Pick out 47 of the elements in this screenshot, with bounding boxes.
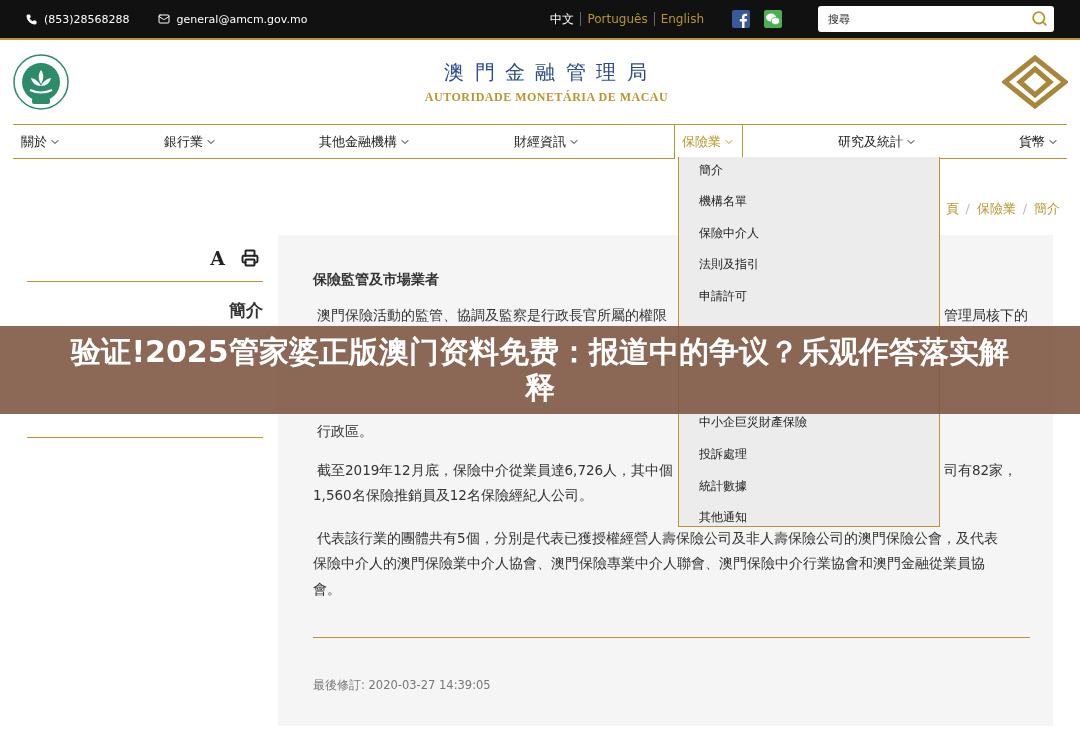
nav-item[interactable]: 研究及統計	[829, 125, 925, 158]
paragraph-text: 會。	[313, 580, 341, 599]
article-title: 保險監管及市場業者	[313, 271, 440, 289]
print-icon[interactable]	[241, 249, 259, 267]
paragraph-text: 截至2019年12月底，保險中介從業員達6,726人，其中個	[317, 461, 674, 480]
last-modified-text: 最後修訂: 2020-03-27 14:39:05	[313, 677, 492, 693]
mail-icon	[157, 13, 170, 25]
language-link[interactable]: Português	[580, 12, 654, 26]
menu-item[interactable]: 申請許可	[699, 288, 747, 305]
nav-item[interactable]: 關於	[13, 125, 69, 158]
paragraph-text: 管理局核下的	[943, 306, 1029, 325]
search-icon[interactable]	[1031, 10, 1048, 27]
banner-headline: 验证!2025管家婆正版澳门资料免费：报道中的争议？乐观作答落实解释	[69, 334, 1010, 406]
phone-number: (853)28568288	[26, 12, 130, 26]
breadcrumb-separator: /	[1022, 201, 1027, 218]
phone-icon	[26, 13, 37, 25]
authority-title: 澳 門 金 融 管 理 局	[444, 59, 649, 86]
paragraph-text: 澳門保險活動的監管、協調及監察是行政長官所屬的權限	[317, 306, 667, 325]
nav-item[interactable]: 銀行業	[155, 125, 225, 158]
font-size-control[interactable]: A	[210, 247, 225, 269]
paragraph-text: 1,560名保險推銷員及12名保險經紀人公司。	[313, 487, 593, 506]
authority-subtitle: AUTORIDADE MONETÁRIA DE MACAU	[424, 90, 669, 105]
menu-item[interactable]: 統計數據	[699, 478, 747, 495]
menu-item[interactable]: 投訴處理	[699, 446, 747, 463]
paragraph-text: 行政區。	[316, 423, 373, 442]
menu-item[interactable]: 機構名單	[699, 193, 747, 210]
nav-item[interactable]: 其他金融機構	[311, 125, 419, 158]
nav-item[interactable]: 貨幣	[1011, 125, 1067, 158]
breadcrumb-separator: /	[965, 201, 970, 218]
email-link[interactable]: general@amcm.gov.mo	[157, 12, 308, 26]
paragraph-text: 保險中介人的澳門保險業中介人協會、澳門保險專業中介人聯會、澳門保險中介行業協會和澳門金融從業員協	[313, 555, 985, 574]
chat-bubbles-icon[interactable]	[764, 10, 782, 28]
menu-item[interactable]: 其他通知	[699, 509, 747, 526]
search-field[interactable]: 搜尋	[818, 6, 1054, 32]
facebook-icon[interactable]	[732, 10, 750, 28]
diamond-logo	[1002, 55, 1068, 109]
language-link[interactable]: English	[653, 12, 710, 26]
language-link[interactable]: 中文	[543, 10, 581, 28]
paragraph-text: 司有82家，	[943, 461, 1019, 480]
nav-item[interactable]: 財經資訊	[505, 125, 588, 158]
paragraph-text: 代表該行業的團體共有5個，分別是代表已獲授權經營人壽保險公司及非人壽保險公司的澳門保險公會，及代表	[316, 529, 998, 548]
menu-item[interactable]: 法則及指引	[699, 256, 759, 273]
menu-item[interactable]: 保險中介人	[699, 225, 759, 242]
emblem-logo	[13, 54, 69, 110]
menu-item[interactable]: 中小企巨災財產保險	[699, 414, 807, 431]
menu-item[interactable]: 簡介	[699, 162, 723, 178]
sidebar-title: 簡介	[228, 299, 263, 322]
